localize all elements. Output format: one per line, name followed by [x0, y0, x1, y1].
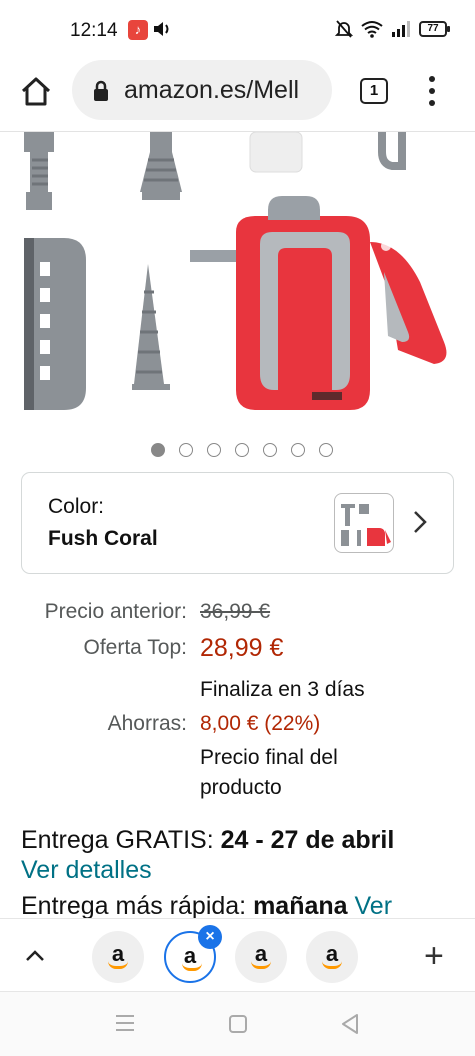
final-price-note-line-2: producto: [200, 776, 282, 799]
color-selector[interactable]: Color: Fush Coral: [21, 472, 454, 574]
browser-toolbar: amazon.es/Mell 1: [0, 60, 475, 132]
wifi-icon: [361, 21, 383, 38]
carousel-dot[interactable]: [318, 443, 333, 457]
signal-icon: [392, 21, 410, 37]
status-bar: 12:14 ♪ 77: [0, 0, 475, 60]
previous-price-label: Precio anterior:: [44, 600, 187, 623]
system-nav-bar: [0, 992, 475, 1056]
delivery-details-link[interactable]: Ver detalles: [21, 856, 152, 885]
carousel-dot[interactable]: [262, 443, 277, 457]
color-value: Fush Coral: [48, 527, 158, 550]
home-square-icon[interactable]: [228, 1014, 248, 1034]
url-text: amazon.es/Mell: [124, 76, 300, 104]
chevron-up-icon[interactable]: [22, 943, 48, 969]
product-image[interactable]: [0, 132, 475, 422]
fast-delivery-prefix: Entrega más rápida:: [21, 892, 254, 920]
fast-delivery-link[interactable]: Ver: [355, 892, 393, 920]
lock-icon: [94, 80, 108, 101]
color-label: Color:: [48, 495, 105, 518]
fast-delivery-line: Entrega más rápida: mañana Ver: [21, 892, 392, 921]
free-delivery-prefix: Entrega GRATIS:: [21, 826, 221, 854]
carousel-dot[interactable]: [206, 443, 221, 457]
overflow-menu-icon[interactable]: [420, 76, 444, 106]
color-swatch-thumbnail: [334, 493, 394, 553]
music-app-icon: ♪: [128, 20, 148, 40]
carousel-dot[interactable]: [150, 443, 165, 457]
fast-delivery-day: mañana: [253, 892, 348, 920]
savings-value: 8,00 € (22%): [200, 712, 321, 735]
new-tab-plus-icon[interactable]: +: [424, 939, 444, 973]
steam-cleaner-illustration: [24, 132, 447, 410]
chevron-right-icon: [414, 511, 427, 533]
carousel-dot[interactable]: [290, 443, 305, 457]
free-delivery-dates: 24 - 27 de abril: [220, 826, 395, 854]
offer-note: Finaliza en 3 días: [200, 678, 365, 701]
battery-icon: 77: [419, 21, 450, 37]
close-tab-icon[interactable]: ×: [198, 925, 222, 949]
volume-icon: [154, 22, 169, 36]
offer-price-label: Oferta Top:: [83, 636, 187, 659]
home-icon[interactable]: [18, 74, 54, 110]
tab-item-active[interactable]: a ×: [164, 925, 222, 983]
tab-item[interactable]: a: [306, 931, 358, 983]
offer-price-value: 28,99 €: [200, 634, 284, 662]
tab-switcher-button[interactable]: 1: [360, 78, 388, 104]
image-carousel-dots: [0, 443, 475, 457]
back-triangle-icon[interactable]: [340, 1013, 360, 1035]
mute-bell-icon: [335, 20, 353, 38]
carousel-dot[interactable]: [178, 443, 193, 457]
tab-item[interactable]: a: [235, 931, 287, 983]
tab-strip: a a × a a +: [0, 918, 475, 992]
savings-label: Ahorras:: [107, 712, 187, 735]
address-bar[interactable]: amazon.es/Mell: [72, 60, 332, 120]
free-delivery-line: Entrega GRATIS: 24 - 27 de abril: [21, 826, 394, 855]
final-price-note-line-1: Precio final del: [200, 746, 338, 769]
tab-item[interactable]: a: [92, 931, 144, 983]
previous-price-value: 36,99 €: [200, 600, 271, 623]
recents-menu-icon[interactable]: [114, 1014, 136, 1032]
carousel-dot[interactable]: [234, 443, 249, 457]
status-time: 12:14: [70, 20, 118, 41]
